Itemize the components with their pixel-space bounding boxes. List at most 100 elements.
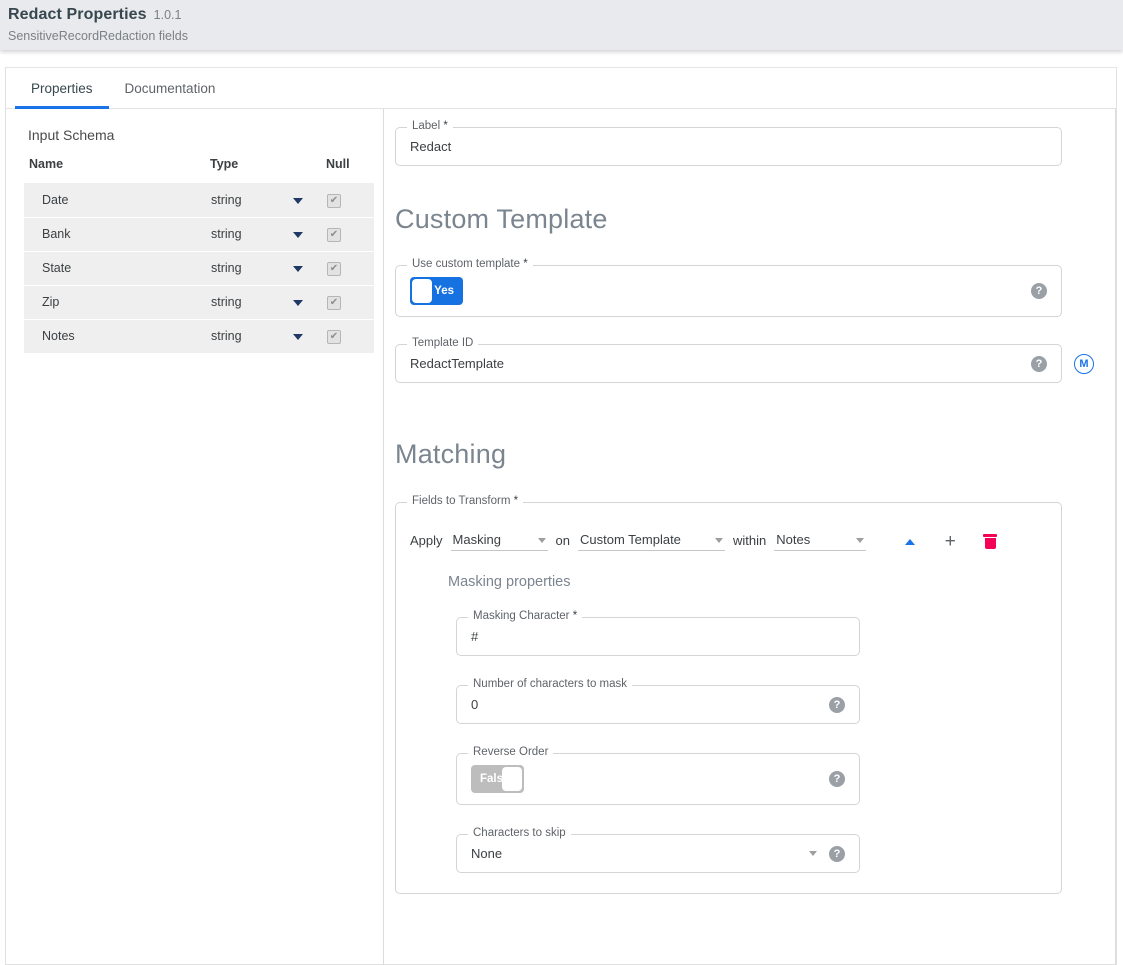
- plugin-subtitle: SensitiveRecordRedaction fields: [8, 29, 1123, 43]
- field-type: string: [210, 183, 292, 217]
- label-field-value: Redact: [410, 139, 451, 154]
- field-type: string: [210, 251, 292, 285]
- toggle-knob: [412, 279, 432, 303]
- chevron-down-icon: [715, 538, 723, 543]
- input-schema-table: Name Type Null Date string ✔ Bank: [24, 157, 374, 353]
- field-type: string: [210, 217, 292, 251]
- field-null-cell[interactable]: ✔: [326, 319, 374, 353]
- required-marker: *: [514, 495, 518, 507]
- field-type: string: [210, 285, 292, 319]
- table-row: Notes string ✔: [24, 319, 374, 353]
- reverse-order-toggle[interactable]: False: [471, 765, 524, 793]
- chevron-down-icon: [293, 334, 303, 340]
- label-field-legend-text: Label: [412, 120, 440, 132]
- required-marker: *: [573, 610, 577, 622]
- table-row: Date string ✔: [24, 183, 374, 217]
- tab-properties[interactable]: Properties: [15, 68, 109, 108]
- field-type-dropdown[interactable]: [292, 183, 326, 217]
- template-id-field[interactable]: Template ID RedactTemplate ?: [395, 344, 1062, 383]
- column-header-spacer: [292, 157, 326, 183]
- reverse-order-legend: Reverse Order: [468, 746, 553, 758]
- field-name: Notes: [24, 319, 210, 353]
- chevron-down-icon: [293, 232, 303, 238]
- field-type-dropdown[interactable]: [292, 285, 326, 319]
- transform-type-select[interactable]: Masking: [451, 532, 548, 551]
- chevron-down-icon: [809, 851, 817, 856]
- chevron-down-icon: [293, 300, 303, 306]
- chevron-down-icon: [538, 538, 546, 543]
- number-of-characters-field[interactable]: Number of characters to mask 0 ?: [456, 685, 860, 724]
- toggle-value: Yes: [434, 285, 454, 297]
- chevron-up-icon: [905, 539, 915, 545]
- chevron-down-icon: [293, 266, 303, 272]
- tab-documentation-label: Documentation: [125, 81, 216, 96]
- field-null-cell[interactable]: ✔: [326, 251, 374, 285]
- section-heading-matching: Matching: [395, 439, 1116, 470]
- checkbox-null[interactable]: ✔: [327, 228, 341, 242]
- help-icon[interactable]: ?: [1031, 356, 1047, 372]
- macro-badge[interactable]: M: [1074, 354, 1094, 374]
- use-custom-template-field: Use custom template * Yes ?: [395, 265, 1062, 317]
- masking-character-value: #: [471, 629, 478, 644]
- toggle-knob: [502, 767, 522, 791]
- apply-word: Apply: [410, 533, 451, 551]
- use-custom-template-legend-text: Use custom template: [412, 258, 520, 270]
- transform-field-select[interactable]: Notes: [774, 532, 866, 551]
- table-row: Bank string ✔: [24, 217, 374, 251]
- checkbox-null[interactable]: ✔: [327, 330, 341, 344]
- tab-bar: Properties Documentation: [6, 68, 1116, 109]
- collapse-rule-button[interactable]: [890, 539, 930, 545]
- plugin-version: 1.0.1: [154, 8, 182, 22]
- checkbox-null[interactable]: ✔: [327, 296, 341, 310]
- field-type-dropdown[interactable]: [292, 217, 326, 251]
- use-custom-template-legend: Use custom template *: [407, 258, 533, 270]
- properties-card: Properties Documentation Input Schema Na…: [5, 67, 1117, 965]
- column-header-type: Type: [210, 157, 292, 183]
- help-icon[interactable]: ?: [829, 846, 845, 862]
- transform-type-value: Masking: [453, 532, 501, 547]
- plus-icon: +: [945, 532, 956, 551]
- template-id-value: RedactTemplate: [410, 356, 504, 371]
- configuration-pane: Label * Redact Custom Template Use custo…: [384, 109, 1116, 965]
- template-id-row: Template ID RedactTemplate ? M: [395, 344, 1116, 383]
- masking-character-legend: Masking Character *: [468, 610, 582, 622]
- masking-properties-fields: Masking Character * # Number of characte…: [456, 617, 1047, 873]
- label-field-legend: Label *: [407, 120, 453, 132]
- required-marker: *: [523, 258, 527, 270]
- characters-to-skip-field[interactable]: Characters to skip None ?: [456, 834, 860, 873]
- fields-to-transform-legend-text: Fields to Transform: [412, 495, 510, 507]
- help-icon[interactable]: ?: [1031, 283, 1047, 299]
- use-custom-template-toggle[interactable]: Yes: [410, 277, 463, 305]
- field-type-dropdown[interactable]: [292, 251, 326, 285]
- masking-properties-heading: Masking properties: [448, 574, 1047, 590]
- checkbox-null[interactable]: ✔: [327, 262, 341, 276]
- field-type-dropdown[interactable]: [292, 319, 326, 353]
- masking-character-field[interactable]: Masking Character * #: [456, 617, 860, 656]
- transform-target-select[interactable]: Custom Template: [578, 532, 725, 551]
- column-header-null: Null: [326, 157, 374, 183]
- label-field[interactable]: Label * Redact: [395, 127, 1062, 166]
- help-icon[interactable]: ?: [829, 771, 845, 787]
- reverse-order-field: Reverse Order False ?: [456, 753, 860, 805]
- checkbox-null[interactable]: ✔: [327, 194, 341, 208]
- tab-documentation[interactable]: Documentation: [109, 68, 232, 108]
- transform-field-value: Notes: [776, 532, 810, 547]
- field-name: Date: [24, 183, 210, 217]
- table-header-row: Name Type Null: [24, 157, 374, 183]
- add-rule-button[interactable]: +: [930, 532, 970, 551]
- field-null-cell[interactable]: ✔: [326, 183, 374, 217]
- vertical-scrollbar[interactable]: [1115, 109, 1116, 965]
- fields-to-transform-legend: Fields to Transform *: [407, 495, 523, 507]
- transform-rule-row: Apply Masking on Custom Template within: [410, 525, 1047, 551]
- within-word: within: [725, 533, 774, 551]
- delete-rule-button[interactable]: [970, 534, 1010, 549]
- field-null-cell[interactable]: ✔: [326, 217, 374, 251]
- fields-to-transform-row: Fields to Transform * Apply Masking on: [395, 502, 1116, 894]
- number-of-characters-value: 0: [471, 697, 478, 712]
- field-name: State: [24, 251, 210, 285]
- field-null-cell[interactable]: ✔: [326, 285, 374, 319]
- transform-target-value: Custom Template: [580, 532, 681, 547]
- help-icon[interactable]: ?: [829, 697, 845, 713]
- on-word: on: [548, 533, 578, 551]
- characters-to-skip-legend: Characters to skip: [468, 827, 571, 839]
